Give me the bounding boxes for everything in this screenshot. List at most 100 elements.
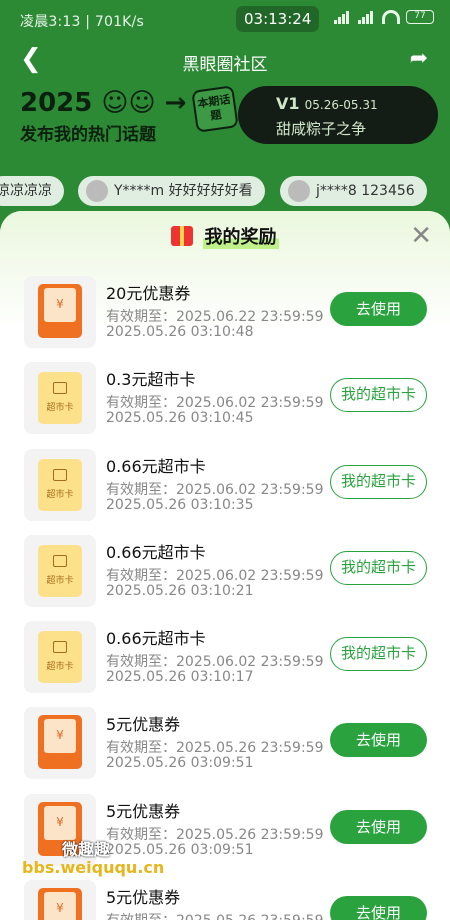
banner-version-line: V1 05.26-05.31 — [276, 94, 378, 113]
reward-name: 0.66元超市卡 — [106, 629, 206, 648]
avatar — [86, 180, 108, 202]
reward-row: 超市卡 0.66元超市卡有效期至：2025.06.02 23:59:59 2025.… — [0, 535, 450, 621]
reward-timestamp: 2025.05.26 03:10:17 — [106, 669, 254, 685]
watermark-line2: bbs.weiququ.cn — [22, 858, 165, 877]
sheet-header: 我的奖励 — [0, 223, 450, 257]
reward-timestamp: 2025.05.26 03:10:45 — [106, 410, 254, 426]
reward-thumbnail: 超市卡 — [24, 362, 96, 434]
reward-thumbnail: ¥ — [24, 707, 96, 779]
rewards-sheet: 我的奖励 ✕ ¥20元优惠券 有效期至：2025.06.22 23:59:59 20… — [0, 211, 450, 920]
card-icon-label: 超市卡 — [46, 576, 74, 586]
reward-name: 0.66元超市卡 — [106, 543, 206, 562]
use-button[interactable]: 去使用 — [330, 292, 427, 326]
reward-thumbnail: ¥ — [24, 276, 96, 348]
supermarket-card-icon: 超市卡 — [38, 545, 82, 597]
banner-topic-pill[interactable]: V1 05.26-05.31 甜咸粽子之争 — [238, 86, 438, 144]
reward-validity: 有效期至：2025.06.02 23:59:59 — [106, 395, 324, 411]
coupon-icon-label: ¥ — [56, 815, 64, 829]
coupon-icon: ¥ — [38, 284, 82, 338]
reward-validity: 有效期至：2025.06.02 23:59:59 — [106, 482, 324, 498]
gift-icon — [171, 226, 194, 246]
card-flag-icon — [53, 555, 67, 567]
coupon-icon-label: ¥ — [56, 728, 64, 742]
reward-row: ¥5元优惠券有效期至：2025.05.26 23:59:59 2025.05.26… — [0, 707, 450, 793]
share-icon[interactable]: ➦ — [410, 46, 428, 71]
coupon-icon-label: ¥ — [56, 901, 64, 915]
reward-validity: 有效期至：2025.06.02 23:59:59 — [106, 654, 324, 670]
reward-timestamp: 2025.05.26 03:09:51 — [106, 842, 254, 858]
supermarket-card-icon: 超市卡 — [38, 459, 82, 511]
signal-icon — [334, 10, 352, 24]
reward-thumbnail: 超市卡 — [24, 449, 96, 521]
coupon-icon-label: ¥ — [56, 297, 64, 311]
reward-timestamp: 2025.05.26 03:10:21 — [106, 583, 254, 599]
reward-row: 超市卡 0.66元超市卡有效期至：2025.06.02 23:59:59 2025.… — [0, 621, 450, 707]
reward-thumbnail: 超市卡 — [24, 621, 96, 693]
reward-row: 超市卡 0.66元超市卡有效期至：2025.06.02 23:59:59 2025.… — [0, 449, 450, 535]
reward-name: 20元优惠券 — [106, 284, 191, 303]
banner-topic: 甜咸粽子之争 — [276, 120, 367, 138]
use-button[interactable]: 去使用 — [330, 896, 427, 920]
ticker-text: 凉凉凉凉 — [0, 183, 52, 199]
close-icon[interactable]: ✕ — [410, 223, 432, 249]
reward-row: ¥5元优惠券有效期至：2025.05.26 23:59:59 去使用 — [0, 880, 450, 920]
supermarket-card-icon: 超市卡 — [38, 631, 82, 683]
banner-version: V1 — [276, 94, 300, 113]
ticker-chip: j****8 123456 — [280, 176, 427, 206]
reward-validity: 有效期至：2025.05.26 23:59:59 — [106, 910, 324, 920]
reward-validity: 有效期至：2025.05.26 23:59:59 — [106, 827, 324, 843]
my-supermarket-card-button[interactable]: 我的超市卡 — [330, 551, 427, 585]
reward-row: ¥20元优惠券有效期至：2025.06.22 23:59:59 2025.05.2… — [0, 276, 450, 362]
reward-timestamp: 2025.05.26 03:10:35 — [106, 497, 254, 513]
sheet-title: 我的奖励 — [202, 223, 279, 249]
top-nav: ❮ 黑眼圈社区 ➦ — [0, 40, 450, 80]
card-flag-icon — [53, 469, 67, 481]
reward-name: 0.66元超市卡 — [106, 457, 206, 476]
card-flag-icon — [53, 382, 67, 394]
coupon-icon: ¥ — [38, 888, 82, 920]
page-title: 黑眼圈社区 — [182, 55, 268, 75]
ticker-text: j****8 123456 — [316, 183, 415, 199]
use-button[interactable]: 去使用 — [330, 810, 427, 844]
card-icon-label: 超市卡 — [46, 490, 74, 500]
my-supermarket-card-button[interactable]: 我的超市卡 — [330, 637, 427, 671]
watermark-line1: 微趣趣 — [62, 840, 111, 859]
card-icon-label: 超市卡 — [46, 403, 74, 413]
banner-dates: 05.26-05.31 — [304, 98, 378, 112]
ticker-text: Y****m 好好好好好看 — [114, 183, 253, 199]
status-bar: 凌晨3:13 | 701K/s 03:13:24 77 — [0, 0, 450, 38]
reward-name: 5元优惠券 — [106, 888, 181, 907]
comment-ticker: 凉凉凉凉 Y****m 好好好好好看 j****8 123456 — [0, 176, 450, 208]
reward-timestamp: 2025.05.26 03:10:48 — [106, 324, 254, 340]
reward-timestamp: 2025.05.26 03:09:51 — [106, 755, 254, 771]
supermarket-card-icon: 超市卡 — [38, 372, 82, 424]
status-left-text: 凌晨3:13 | 701K/s — [20, 14, 144, 30]
reward-row: 超市卡 0.3元超市卡有效期至：2025.06.02 23:59:59 2025.0… — [0, 362, 450, 448]
reward-validity: 有效期至：2025.06.02 23:59:59 — [106, 568, 324, 584]
card-flag-icon — [53, 641, 67, 653]
use-button[interactable]: 去使用 — [330, 723, 427, 757]
topic-banner[interactable]: 2025 ☺☺ → 发布我的热门话题 本期话题 V1 05.26-05.31 甜… — [0, 82, 450, 162]
avatar — [288, 180, 310, 202]
signal-icon-2 — [358, 10, 376, 24]
banner-tag: 本期话题 — [191, 85, 239, 133]
reward-name: 5元优惠券 — [106, 802, 181, 821]
battery-icon: 77 — [406, 10, 434, 24]
banner-year: 2025 ☺☺ → — [20, 88, 187, 118]
card-icon-label: 超市卡 — [46, 662, 74, 672]
coupon-icon: ¥ — [38, 715, 82, 769]
wifi-icon — [382, 10, 400, 24]
reward-validity: 有效期至：2025.06.22 23:59:59 — [106, 309, 324, 325]
banner-subtitle: 发布我的热门话题 — [20, 125, 156, 145]
my-supermarket-card-button[interactable]: 我的超市卡 — [330, 378, 427, 412]
ticker-chip: Y****m 好好好好好看 — [78, 176, 265, 206]
status-right-icons: 77 — [334, 10, 434, 24]
status-time: 03:13:24 — [236, 6, 320, 32]
reward-thumbnail: ¥ — [24, 880, 96, 920]
my-supermarket-card-button[interactable]: 我的超市卡 — [330, 465, 427, 499]
ticker-chip: 凉凉凉凉 — [0, 176, 64, 206]
reward-name: 5元优惠券 — [106, 715, 181, 734]
reward-name: 0.3元超市卡 — [106, 370, 196, 389]
reward-thumbnail: 超市卡 — [24, 535, 96, 607]
reward-validity: 有效期至：2025.05.26 23:59:59 — [106, 740, 324, 756]
